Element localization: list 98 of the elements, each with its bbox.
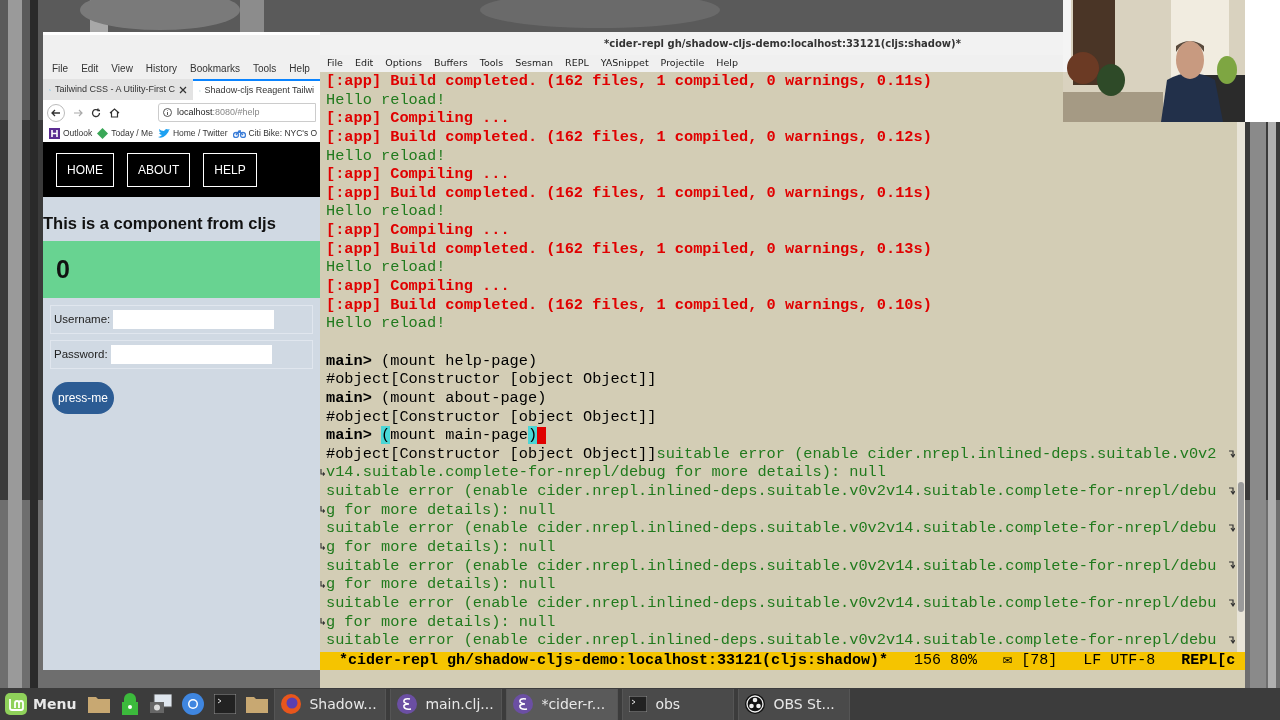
taskbar-window-button[interactable]: OBS St... (738, 688, 851, 720)
input-field[interactable] (110, 344, 272, 364)
taskbar-window-button[interactable]: *cider-r... (506, 688, 619, 720)
menu-item[interactable]: Help (289, 60, 310, 76)
editor-icon (397, 694, 418, 714)
repl-line: g for more details): null (326, 500, 556, 520)
repl-line: [:app] Build completed. (162 files, 1 compiled, 0 warnings, 0.12s) (326, 127, 932, 147)
repl-line: [:app] Build completed. (162 files, 1 compiled, 0 warnings, 0.11s) (326, 72, 932, 91)
home-icon[interactable] (109, 107, 120, 118)
menu-item[interactable]: View (111, 60, 133, 76)
buffer-position: 156 80% (914, 652, 978, 670)
repl-line: main> (mount main-page) (326, 426, 538, 445)
field-label: Password: (54, 346, 108, 362)
menu-item[interactable]: REPL (565, 56, 589, 71)
menu-item[interactable]: History (145, 60, 177, 76)
repl-line: [:app] Compiling ... (326, 221, 510, 240)
menu-item[interactable]: Edit (81, 60, 99, 76)
repl-line: g for more details): null (326, 538, 556, 557)
repl-line: suitable error (enable cider.nrepl.inlined-deps.suitable.v0v2v14.suitable.complete-for-nrepl/debu (326, 519, 1217, 539)
repl-line: #object[Constructor [object Object]] (326, 370, 657, 389)
repl-line: Hello reload! (326, 258, 446, 278)
menu-item[interactable]: YASnippet (600, 56, 649, 71)
repl-line: suitable error (enable cider.nrepl.inlined-deps.suitable.v0v2v14.suitable.complete-for-nrepl/debu (326, 593, 1217, 613)
bird-icon (157, 128, 170, 139)
terminal-icon (629, 696, 648, 712)
menu-item[interactable]: File (52, 60, 69, 76)
menu-item[interactable]: Tools (253, 60, 277, 76)
logo-icon (4, 692, 28, 716)
repl-line: suitable error (enable cider.nrepl.inlined-deps.suitable.v0v2v14.suitable.complete-for-nrepl/debu (326, 556, 1217, 576)
repl-line: #object[Constructor [object Object]]suitable error (enable cider.nrepl.inlined-deps.suitable.v0v2 (326, 444, 1217, 464)
repl-line: [:app] Build completed. (162 files, 1 compiled, 0 warnings, 0.13s) (326, 239, 932, 259)
close-icon[interactable] (179, 85, 187, 94)
info-icon[interactable] (163, 108, 172, 117)
repl-line: g for more details): null (326, 575, 556, 594)
menu-item[interactable]: File (327, 56, 343, 71)
repl-line: g for more details): null (326, 612, 556, 632)
repl-line: Hello reload! (326, 90, 446, 110)
bookmark-link[interactable]: Today / Me (111, 127, 153, 140)
nav-link[interactable]: HOME (56, 152, 114, 187)
recorder-icon (745, 694, 766, 714)
back-icon[interactable] (47, 103, 65, 122)
encoding-label: LF UTF-8 (1083, 652, 1156, 670)
camera-icon[interactable] (150, 694, 173, 714)
menu-item[interactable]: Tools (479, 56, 504, 71)
folder-icon[interactable] (246, 695, 269, 713)
bookmark-link[interactable]: Citi Bike: NYC's O (248, 127, 318, 140)
taskbar-window-button[interactable]: main.clj... (390, 688, 503, 720)
repl-line: Hello reload! (326, 146, 446, 166)
menu-item[interactable]: Bookmarks (190, 60, 240, 76)
globe-icon[interactable] (182, 693, 205, 715)
mode-label: REPL[c (1181, 652, 1236, 670)
menu-item[interactable]: Sesman (515, 56, 554, 71)
menu-item[interactable]: Buffers (433, 56, 468, 71)
repl-line: [:app] Compiling ... (326, 165, 510, 184)
repl-line: [:app] Compiling ... (326, 109, 510, 128)
repl-line: suitable error (enable cider.nrepl.inlined-deps.suitable.v0v2v14.suitable.complete-for-nrepl/debu (326, 482, 1217, 501)
mail-count: ✉ [78] (1003, 652, 1058, 670)
repl-line: v14.suitable.complete-for-nrepl/debug for more details): null (326, 463, 886, 483)
bookmark-link[interactable]: Outlook (63, 127, 93, 140)
counter-value: 0 (56, 253, 70, 285)
menu-item[interactable]: Options (385, 56, 422, 71)
repl-line: main> (mount about-page) (326, 388, 547, 408)
repl-line: Hello reload! (326, 314, 446, 333)
menu-item[interactable]: Projectile (660, 56, 705, 71)
taskbar-window-button[interactable]: obs (622, 688, 735, 720)
repl-line: [:app] Build completed. (162 files, 1 compiled, 0 warnings, 0.11s) (326, 183, 932, 203)
menu-item[interactable]: Edit (354, 56, 374, 71)
bookmark-link[interactable]: Home / Twitter (172, 127, 228, 140)
bike-icon (232, 129, 246, 138)
nav-link[interactable]: ABOUT (127, 152, 191, 187)
repl-line: #object[Constructor [object Object]] (326, 407, 657, 427)
repl-line: [:app] Compiling ... (326, 277, 510, 296)
reload-icon[interactable] (91, 107, 101, 118)
diamond-icon (97, 128, 109, 139)
folder-icon[interactable] (88, 695, 111, 713)
lock-icon[interactable] (120, 693, 141, 715)
window-title: *cider-repl gh/shadow-cljs-demo:localhost:33121(cljs:shadow)* (604, 37, 961, 51)
taskbar-window-button[interactable]: Shadow... (274, 688, 387, 720)
buffer-name: *cider-repl gh/shadow-cljs-demo:localhost:33121(cljs:shadow)* (339, 652, 889, 670)
browser-tab[interactable]: Shadow-cljs Reagent Tailwi (193, 79, 320, 100)
bookmark-icon (49, 128, 60, 139)
nav-link[interactable]: HELP (203, 152, 257, 187)
menu-button[interactable]: Menu (0, 688, 85, 720)
editor-icon (513, 694, 534, 714)
field-label: Username: (54, 311, 111, 327)
repl-line: [:app] Build completed. (162 files, 1 compiled, 0 warnings, 0.10s) (326, 295, 932, 315)
press-me-button[interactable]: press-me (52, 381, 114, 414)
repl-line: Hello reload! (326, 202, 446, 222)
url-field[interactable]: localhost:8080/#help (158, 103, 316, 122)
repl-line: suitable error (enable cider.nrepl.inlined-deps.suitable.v0v2v14.suitable.complete-for-nrepl/debu (326, 631, 1217, 650)
scrollbar-thumb[interactable] (1238, 482, 1244, 612)
page-heading: This is a component from cljs (43, 213, 277, 234)
menu-item[interactable]: Help (716, 56, 738, 71)
browser-icon (281, 694, 302, 714)
repl-line: main> (mount help-page) (326, 351, 538, 371)
input-field[interactable] (113, 309, 275, 329)
terminal-icon[interactable] (214, 694, 237, 714)
browser-tab[interactable]: Tailwind CSS - A Utility-First C (43, 79, 193, 100)
